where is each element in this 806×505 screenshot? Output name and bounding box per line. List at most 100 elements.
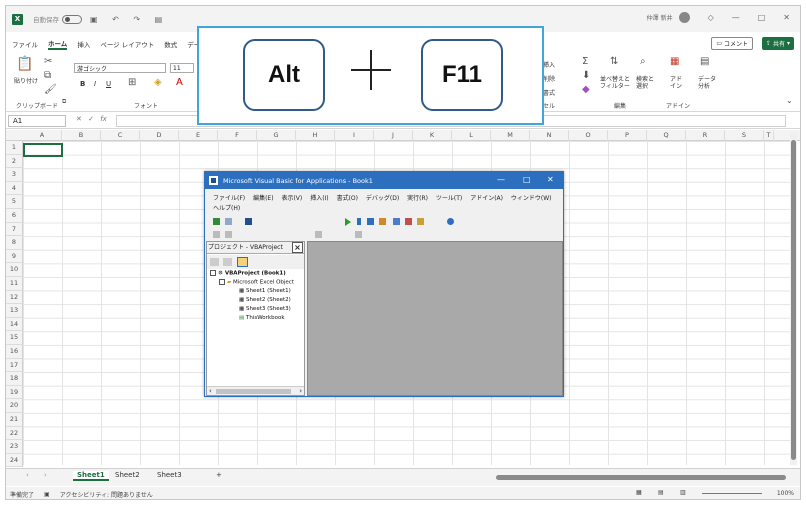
cut-icon[interactable]: ✂ [44,56,52,67]
paste-label[interactable]: 貼り付け [14,76,38,85]
row-header[interactable]: 6 [6,209,23,223]
accessibility-status[interactable]: アクセシビリティ: 問題ありません [60,490,153,499]
column-header[interactable]: F [218,130,257,141]
name-box[interactable]: A1 [8,115,66,127]
tab-file[interactable]: ファイル [12,39,38,49]
scroll-thumb[interactable] [791,140,796,460]
design-mode-icon[interactable] [379,218,386,225]
row-header[interactable]: 18 [6,372,23,386]
row-header[interactable]: 7 [6,222,23,237]
row-header[interactable]: 12 [6,290,23,305]
page-layout-icon[interactable]: ▤ [658,489,664,496]
addin-button[interactable]: アド イン [670,76,682,90]
row-header[interactable]: 1 [6,141,23,155]
toggle-folders-icon[interactable] [237,257,248,267]
column-header[interactable]: N [530,130,569,141]
format-painter-icon[interactable]: 🖌 [44,84,57,95]
column-header[interactable]: C [101,130,140,141]
autosum-icon[interactable]: Σ [582,56,588,67]
vba-menu-addins[interactable]: アドイン(A) [470,193,503,202]
search-icon[interactable]: ⌕ [640,56,646,67]
project-scroll-thumb[interactable] [216,389,291,394]
page-break-icon[interactable]: ▥ [680,489,686,496]
close-icon[interactable]: × [292,242,303,253]
dialog-launcher-icon[interactable]: ⧉ [62,98,66,106]
border-icon[interactable]: ⊞ [128,77,136,88]
font-name-select[interactable]: 游ゴシック [74,63,166,73]
fx-icon[interactable]: fx [100,115,107,123]
avatar[interactable] [678,12,690,23]
scroll-left-icon[interactable]: ‹ [209,387,212,395]
check-icon[interactable]: ✓ [88,115,94,123]
share-button[interactable]: ⇪ 共有 ▾ [761,37,794,50]
column-header[interactable]: G [257,130,296,141]
column-header[interactable]: I [335,130,374,141]
save-icon[interactable] [245,218,252,225]
collapse-icon[interactable] [219,279,225,285]
tree-item-thisworkbook[interactable]: ▤ ThisWorkbook [239,315,285,321]
row-header[interactable]: 15 [6,331,23,345]
add-sheet-button[interactable]: + [216,471,222,479]
sheet-tab-2[interactable]: Sheet2 [115,471,140,479]
macro-record-icon[interactable]: ▣ [44,491,50,498]
row-header[interactable]: 22 [6,426,23,441]
quick-access-icons[interactable]: ▣ ↶ ↷ ▤ [90,15,168,24]
row-header[interactable]: 9 [6,249,23,264]
vba-editor-window[interactable]: Microsoft Visual Basic for Applications … [204,171,564,397]
italic-button[interactable]: I [94,80,96,88]
normal-view-icon[interactable]: ▦ [636,489,642,496]
project-explorer[interactable]: プロジェクト - VBAProject × ⚙ VBAProject (Book… [206,241,305,396]
view-code-icon[interactable] [210,258,219,266]
data-analysis-icon[interactable]: ▤ [700,56,709,67]
pause-icon[interactable] [357,218,361,225]
diamond-icon[interactable]: ◇ [708,13,714,22]
column-header[interactable]: D [140,130,179,141]
paste-icon[interactable]: 📋 [16,56,33,72]
row-header[interactable]: 24 [6,453,23,468]
column-header[interactable]: M [491,130,530,141]
vba-menu-insert[interactable]: 挿入(I) [310,193,328,202]
sort-filter-button[interactable]: 並べ替えと フィルター [600,76,630,90]
vba-maximize-icon[interactable]: □ [523,175,531,184]
vba-menu-edit[interactable]: 編集(E) [253,193,273,202]
vba-menu-run[interactable]: 実行(R) [407,193,428,202]
insert-cells-button[interactable]: 挿入 [543,60,555,69]
row-header[interactable]: 11 [6,277,23,291]
prev-sheet-icon[interactable]: ‹ [26,471,29,479]
column-header[interactable]: L [452,130,491,141]
vba-code-area[interactable] [307,241,563,396]
column-header[interactable]: Q [647,130,686,141]
column-header[interactable]: B [62,130,101,141]
row-header[interactable]: 8 [6,236,23,250]
run-icon[interactable] [345,218,351,226]
row-header[interactable]: 17 [6,358,23,373]
formula-icons[interactable]: ✕ ✓ fx [76,115,107,123]
maximize-icon[interactable]: □ [758,13,766,22]
row-header[interactable]: 14 [6,317,23,332]
vba-menu-view[interactable]: 表示(V) [281,193,302,202]
vba-menu-window[interactable]: ウィンドウ(W) [511,193,552,202]
column-header[interactable]: P [608,130,647,141]
insert-module-icon[interactable] [225,218,232,225]
tree-item-vbaproject[interactable]: ⚙ VBAProject (Book1) [210,270,286,277]
sheet-tab-3[interactable]: Sheet3 [157,471,182,479]
addin-icon[interactable]: ▦ [670,56,679,67]
tab-insert[interactable]: 挿入 [77,39,90,49]
excel-view-icon[interactable] [213,218,220,225]
row-header[interactable]: 10 [6,263,23,277]
outdent-icon[interactable] [225,231,232,238]
row-header[interactable]: 20 [6,399,23,413]
column-header[interactable]: A [23,130,62,141]
column-header[interactable]: H [296,130,335,141]
fill-color-icon[interactable]: ◈ [154,77,162,88]
close-icon[interactable]: ✕ [783,13,790,22]
row-header[interactable]: 2 [6,154,23,169]
row-header[interactable]: 16 [6,345,23,359]
clear-icon[interactable]: ◆ [582,84,590,95]
font-size-select[interactable]: 11 [170,63,194,73]
properties-icon[interactable] [405,218,412,225]
row-header[interactable]: 13 [6,304,23,318]
autosave-toggle[interactable] [62,14,82,24]
bookmark-icon[interactable] [355,231,362,238]
vba-menu-file[interactable]: ファイル(F) [213,193,245,202]
